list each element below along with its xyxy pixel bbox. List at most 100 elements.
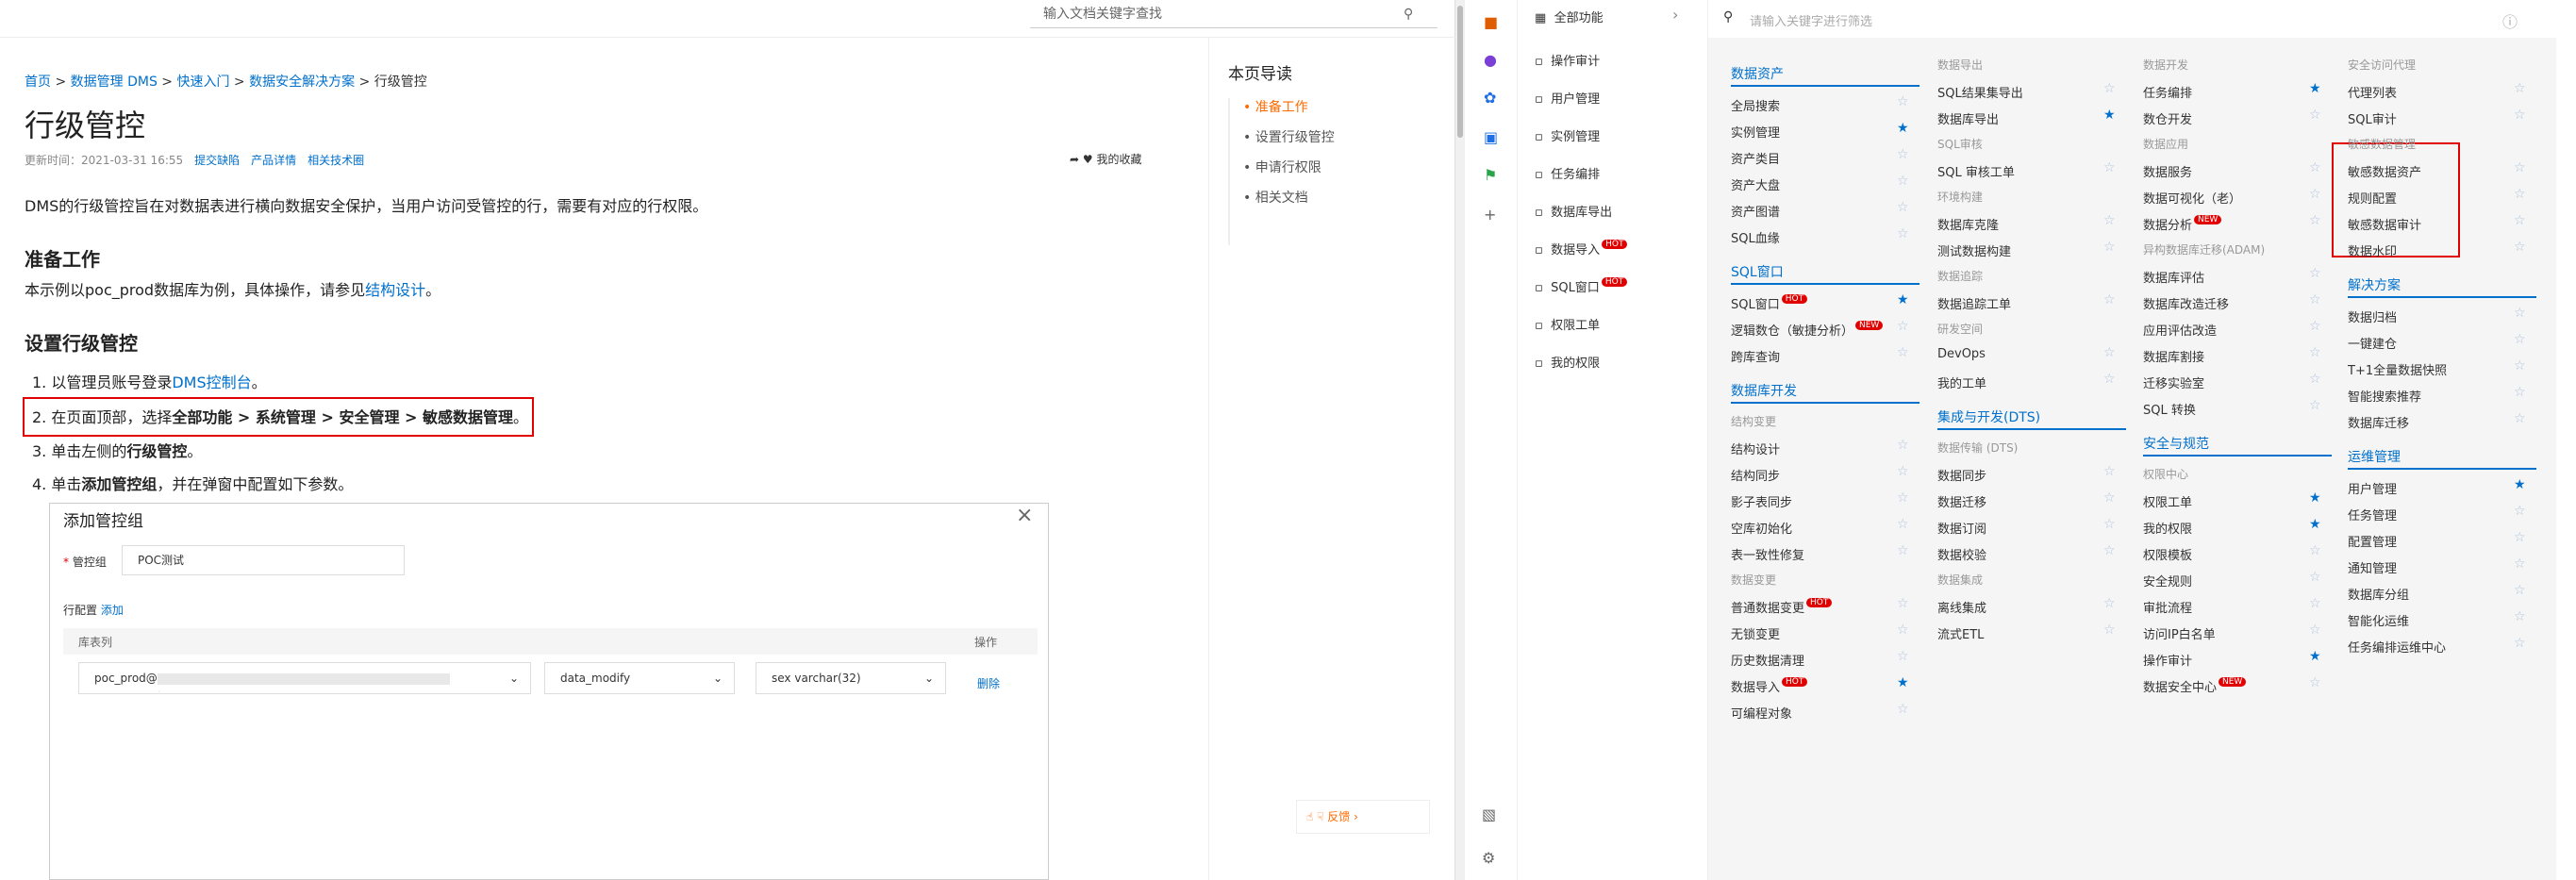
plus-icon[interactable]: + <box>1484 206 1496 224</box>
star-icon[interactable]: ☆ <box>2309 543 2321 558</box>
nav-item[interactable]: ▫ 任务编排 <box>1535 164 1600 182</box>
menu-item[interactable]: 数据可视化（老） <box>2143 189 2241 207</box>
menu-item[interactable]: 一键建仓 <box>2348 334 2397 352</box>
star-icon[interactable]: ☆ <box>2103 213 2116 228</box>
menu-item[interactable]: 配置管理 <box>2348 532 2397 550</box>
menu-item[interactable]: 代理列表 <box>2348 83 2397 101</box>
star-icon[interactable]: ☆ <box>2514 636 2526 651</box>
star-icon[interactable]: ☆ <box>2309 187 2321 202</box>
chevron-right-icon[interactable]: › <box>1672 6 1678 24</box>
star-icon[interactable]: ☆ <box>2103 345 2116 360</box>
menu-item[interactable]: 无锁变更 <box>1731 624 1780 642</box>
favorite-link[interactable]: 我的收藏 <box>1096 153 1141 166</box>
menu-item[interactable]: T+1全量数据快照 <box>2348 360 2447 378</box>
monitor-icon[interactable]: ▧ <box>1482 805 1496 823</box>
feedback-widget[interactable]: ☝ ☟ 反馈 › <box>1296 800 1430 834</box>
all-functions[interactable]: ▦ 全部功能 <box>1535 8 1604 25</box>
star-icon[interactable]: ☆ <box>2309 266 2321 281</box>
star-icon[interactable]: ☆ <box>2309 398 2321 413</box>
menu-item[interactable]: 测试数据构建 <box>1937 241 2011 259</box>
menu-item[interactable]: 离线集成 <box>1937 598 1986 616</box>
menu-item[interactable]: 数据同步 <box>1937 466 1986 484</box>
add-link[interactable]: 添加 <box>101 604 124 617</box>
menu-item[interactable]: 敏感数据审计 <box>2348 215 2421 233</box>
star-icon[interactable]: ☆ <box>2309 570 2321 585</box>
star-icon[interactable]: ☆ <box>1897 543 1909 558</box>
menu-item[interactable]: 任务编排 <box>2143 83 2192 101</box>
menu-item[interactable]: 影子表同步 <box>1731 492 1792 510</box>
menu-item[interactable]: 访问IP白名单 <box>2143 624 2216 642</box>
star-icon[interactable]: ☆ <box>2103 292 2116 307</box>
star-icon[interactable]: ☆ <box>2309 108 2321 123</box>
menu-item[interactable]: 空库初始化 <box>1731 519 1792 537</box>
menu-item[interactable]: 任务管理 <box>2348 506 2397 523</box>
star-icon[interactable]: ☆ <box>1897 464 1909 479</box>
star-icon[interactable]: ☆ <box>2103 372 2116 387</box>
menu-item[interactable]: 数据订阅 <box>1937 519 1986 537</box>
doc-search-input[interactable]: 输入文档关键字查找 ⚲ <box>1030 0 1438 28</box>
star-icon[interactable]: ☆ <box>2103 623 2116 638</box>
nav-item[interactable]: ▫ 我的权限 <box>1535 353 1600 371</box>
menu-item[interactable]: 规则配置 <box>2348 189 2397 207</box>
menu-item[interactable]: 迁移实验室 <box>2143 374 2204 391</box>
star-icon[interactable]: ☆ <box>1897 702 1909 717</box>
search-icon[interactable]: ⚲ <box>1404 0 1413 28</box>
menu-item[interactable]: 数据库导出 <box>1937 109 1999 127</box>
operation-select[interactable]: data_modify ⌄ <box>544 662 735 694</box>
star-icon[interactable]: ☆ <box>1897 596 1909 611</box>
menu-item[interactable]: 资产图谱 <box>1731 202 1780 220</box>
submit-defect-link[interactable]: 提交缺陷 <box>194 154 240 167</box>
close-icon[interactable]: × <box>1016 504 1033 527</box>
menu-item[interactable]: 数据导入 HOT <box>1731 677 1808 695</box>
star-icon[interactable]: ☆ <box>2309 319 2321 334</box>
nav-item[interactable]: ▫ 实例管理 <box>1535 126 1600 144</box>
share-icon[interactable]: ➦ <box>1070 153 1079 166</box>
menu-item[interactable]: 数据安全中心 NEW <box>2143 677 2247 695</box>
menu-item[interactable]: 审批流程 <box>2143 598 2192 616</box>
star-icon[interactable]: ☆ <box>2514 306 2526 321</box>
toc-item-prep[interactable]: • 准备工作 <box>1243 97 1308 116</box>
star-icon[interactable]: ☆ <box>2103 490 2116 506</box>
menu-item[interactable]: SQL 转换 <box>2143 400 2196 418</box>
star-icon[interactable]: ☆ <box>1897 490 1909 506</box>
menu-item[interactable]: 数据归档 <box>2348 307 2397 325</box>
menu-item[interactable]: 安全规则 <box>2143 572 2192 589</box>
star-icon[interactable]: ☆ <box>2514 240 2526 255</box>
star-icon[interactable]: ★ <box>1897 121 1909 136</box>
menu-item[interactable]: 数仓开发 <box>2143 109 2192 127</box>
menu-item[interactable]: 敏感数据资产 <box>2348 162 2421 180</box>
star-icon[interactable]: ☆ <box>2309 623 2321 638</box>
star-icon[interactable]: ☆ <box>2514 385 2526 400</box>
heart-icon[interactable]: ♥ <box>1083 153 1093 166</box>
star-icon[interactable]: ☆ <box>2514 530 2526 545</box>
star-icon[interactable]: ☆ <box>2514 160 2526 175</box>
star-icon[interactable]: ☆ <box>2103 464 2116 479</box>
star-icon[interactable]: ☆ <box>1897 438 1909 453</box>
menu-item[interactable]: 可编程对象 <box>1731 704 1792 722</box>
star-icon[interactable]: ☆ <box>1897 345 1909 360</box>
tech-circle-link[interactable]: 相关技术圈 <box>307 154 364 167</box>
breadcrumb-solution[interactable]: 数据安全解决方案 <box>249 75 355 90</box>
toc-item-apply[interactable]: • 申请行权限 <box>1243 158 1321 176</box>
menu-item[interactable]: 任务编排运维中心 <box>2348 638 2446 656</box>
menu-item[interactable]: 数据水印 <box>2348 241 2397 259</box>
menu-item[interactable]: 操作审计 <box>2143 651 2192 669</box>
star-icon[interactable]: ☆ <box>2103 543 2116 558</box>
nav-item[interactable]: ▫ 用户管理 <box>1535 89 1600 107</box>
app-search-bar[interactable]: ⚲ 请输入关键字进行筛选 ⓘ <box>1708 0 2576 38</box>
star-icon[interactable]: ☆ <box>2514 358 2526 374</box>
menu-item[interactable]: 数据库迁移 <box>2348 413 2409 431</box>
star-icon[interactable]: ☆ <box>1897 649 1909 664</box>
star-icon[interactable]: ☆ <box>2309 372 2321 387</box>
data-icon[interactable]: ▣ <box>1484 128 1498 146</box>
doc-scrollbar[interactable] <box>1455 0 1465 880</box>
nav-item[interactable]: ▫ 操作审计 <box>1535 51 1600 69</box>
star-icon[interactable]: ☆ <box>2514 504 2526 519</box>
menu-item[interactable]: 数据库评估 <box>2143 268 2204 286</box>
group-name-input[interactable]: POC测试 <box>122 545 405 575</box>
star-icon[interactable]: ☆ <box>2309 345 2321 360</box>
menu-item[interactable]: 结构同步 <box>1731 466 1780 484</box>
star-icon[interactable]: ☆ <box>2309 675 2321 690</box>
toc-item-settings[interactable]: • 设置行级管控 <box>1243 127 1335 146</box>
menu-item[interactable]: 数据分析 NEW <box>2143 215 2222 233</box>
